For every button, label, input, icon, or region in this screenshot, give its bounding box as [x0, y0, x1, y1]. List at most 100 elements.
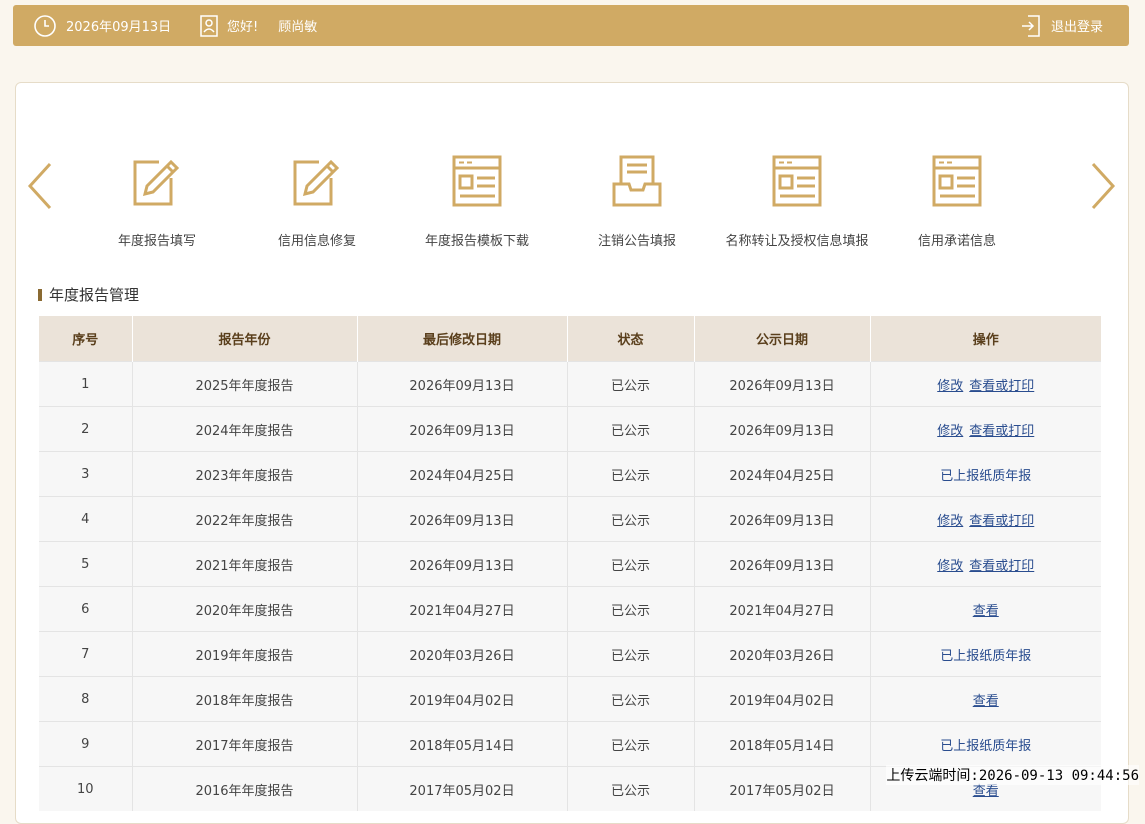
logout-button[interactable]: 退出登录 [1021, 5, 1103, 46]
cell-modified: 2026年09月13日 [357, 541, 568, 587]
column-header-actions: 操作 [870, 316, 1101, 362]
cell-status: 已公示 [567, 361, 695, 407]
cell-no: 4 [39, 496, 133, 542]
edit-link[interactable]: 修改 [937, 424, 963, 439]
template-window-icon [772, 155, 822, 207]
nav-card-credit-repair[interactable]: 信用信息修复 [237, 154, 397, 249]
cell-published: 2026年09月13日 [694, 361, 871, 407]
view-link[interactable]: 查看 [973, 694, 999, 709]
cell-actions: 修改 查看或打印 [870, 361, 1101, 407]
cell-modified: 2024年04月25日 [357, 451, 568, 497]
cell-published: 2017年05月02日 [694, 766, 871, 811]
cell-year: 2025年年度报告 [132, 361, 358, 407]
table-row: 5 2021年年度报告 2026年09月13日 已公示 2026年09月13日 修改 查看或… [39, 541, 1101, 587]
cell-year: 2016年年度报告 [132, 766, 358, 811]
upload-timestamp: 上传云端时间:2026-09-13 09:44:56 [886, 765, 1139, 785]
edit-link[interactable]: 修改 [937, 559, 963, 574]
username: 顾尚敏 [278, 20, 318, 35]
nav-card-template-download[interactable]: 年度报告模板下载 [397, 154, 557, 249]
table-row: 9 2017年年度报告 2018年05月14日 已公示 2018年05月14日 已上报纸质… [39, 721, 1101, 767]
nav-card-name-transfer[interactable]: 名称转让及授权信息填报 [717, 154, 877, 249]
cell-actions: 查看 [870, 586, 1101, 632]
cell-modified: 2026年09月13日 [357, 406, 568, 452]
cell-status: 已公示 [567, 451, 695, 497]
cell-year: 2017年年度报告 [132, 721, 358, 767]
nav-card-cancellation-notice[interactable]: 注销公告填报 [557, 154, 717, 249]
cell-year: 2020年年度报告 [132, 586, 358, 632]
table-header-row: 序号 报告年份 最后修改日期 状态 公示日期 操作 [39, 316, 1101, 362]
cell-no: 10 [39, 766, 133, 811]
carousel-prev-icon[interactable] [26, 162, 54, 210]
logout-label: 退出登录 [1051, 20, 1104, 35]
current-date: 2026年09月13日 [66, 20, 172, 35]
cell-status: 已公示 [567, 541, 695, 587]
column-header-status: 状态 [567, 316, 695, 362]
user-block: 您好! 顾尚敏 [199, 5, 317, 46]
cell-actions: 修改 查看或打印 [870, 496, 1101, 542]
cell-published: 2020年03月26日 [694, 631, 871, 677]
nav-card-label: 信用信息修复 [277, 234, 356, 249]
cell-status: 已公示 [567, 676, 695, 722]
table-row: 8 2018年年度报告 2019年04月02日 已公示 2019年04月02日 查看 [39, 676, 1101, 722]
cell-no: 9 [39, 721, 133, 767]
cell-no: 3 [39, 451, 133, 497]
section-title: 年度报告管理 [38, 284, 139, 305]
cell-published: 2026年09月13日 [694, 406, 871, 452]
cell-no: 6 [39, 586, 133, 632]
nav-card-annual-report-fill[interactable]: 年度报告填写 [77, 154, 237, 249]
cell-no: 2 [39, 406, 133, 452]
carousel-next-icon[interactable] [1089, 162, 1117, 210]
cell-status: 已公示 [567, 406, 695, 452]
table-row: 2 2024年年度报告 2026年09月13日 已公示 2026年09月13日 修改 查看或… [39, 406, 1101, 452]
table-row: 3 2023年年度报告 2024年04月25日 已公示 2024年04月25日 已上报纸质… [39, 451, 1101, 497]
cell-status: 已公示 [567, 721, 695, 767]
nav-card-label: 年度报告填写 [117, 234, 196, 249]
cell-year: 2018年年度报告 [132, 676, 358, 722]
cell-modified: 2021年04月27日 [357, 586, 568, 632]
cell-modified: 2018年05月14日 [357, 721, 568, 767]
cell-no: 7 [39, 631, 133, 677]
edit-link[interactable]: 修改 [937, 514, 963, 529]
cell-status: 已公示 [567, 496, 695, 542]
table-row: 4 2022年年度报告 2026年09月13日 已公示 2026年09月13日 修改 查看或… [39, 496, 1101, 542]
column-header-no: 序号 [39, 316, 133, 362]
nav-card-label: 名称转让及授权信息填报 [725, 234, 869, 249]
greeting-text: 您好! [227, 20, 259, 35]
cell-year: 2023年年度报告 [132, 451, 358, 497]
cell-status: 已公示 [567, 631, 695, 677]
paper-report-status: 已上报纸质年报 [940, 648, 1032, 664]
view-print-link[interactable]: 查看或打印 [969, 559, 1034, 574]
cell-actions: 已上报纸质年报 [870, 451, 1101, 497]
cell-modified: 2019年04月02日 [357, 676, 568, 722]
cell-published: 2021年04月27日 [694, 586, 871, 632]
cell-no: 5 [39, 541, 133, 587]
top-bar: 2026年09月13日 您好! 顾尚敏 退出登录 [13, 5, 1129, 46]
table-body: 1 2025年年度报告 2026年09月13日 已公示 2026年09月13日 修改 查看或… [39, 361, 1101, 811]
cell-modified: 2020年03月26日 [357, 631, 568, 677]
view-print-link[interactable]: 查看或打印 [969, 379, 1034, 394]
cell-status: 已公示 [567, 766, 695, 811]
nav-card-label: 信用承诺信息 [917, 234, 996, 249]
view-link[interactable]: 查看 [973, 604, 999, 619]
table-row: 7 2019年年度报告 2020年03月26日 已公示 2020年03月26日 已上报纸质… [39, 631, 1101, 677]
view-link[interactable]: 查看 [973, 784, 999, 799]
nav-card-label: 年度报告模板下载 [424, 234, 529, 249]
cell-modified: 2017年05月02日 [357, 766, 568, 811]
cell-year: 2024年年度报告 [132, 406, 358, 452]
user-badge-icon [200, 14, 218, 37]
cell-published: 2026年09月13日 [694, 496, 871, 542]
cell-year: 2022年年度报告 [132, 496, 358, 542]
cell-modified: 2026年09月13日 [357, 361, 568, 407]
table-row: 1 2025年年度报告 2026年09月13日 已公示 2026年09月13日 修改 查看或… [39, 361, 1101, 407]
nav-card-credit-commitment[interactable]: 信用承诺信息 [877, 154, 1037, 249]
view-print-link[interactable]: 查看或打印 [969, 424, 1034, 439]
view-print-link[interactable]: 查看或打印 [969, 514, 1034, 529]
cell-no: 1 [39, 361, 133, 407]
logout-icon [1022, 14, 1040, 37]
edit-link[interactable]: 修改 [937, 379, 963, 394]
annual-report-table: 序号 报告年份 最后修改日期 状态 公示日期 操作 1 2025年年度报告 2026… [39, 316, 1101, 811]
column-header-year: 报告年份 [132, 316, 358, 362]
cell-actions: 已上报纸质年报 [870, 721, 1101, 767]
edit-document-icon [293, 159, 340, 206]
table-row: 6 2020年年度报告 2021年04月27日 已公示 2021年04月27日 查看 [39, 586, 1101, 632]
